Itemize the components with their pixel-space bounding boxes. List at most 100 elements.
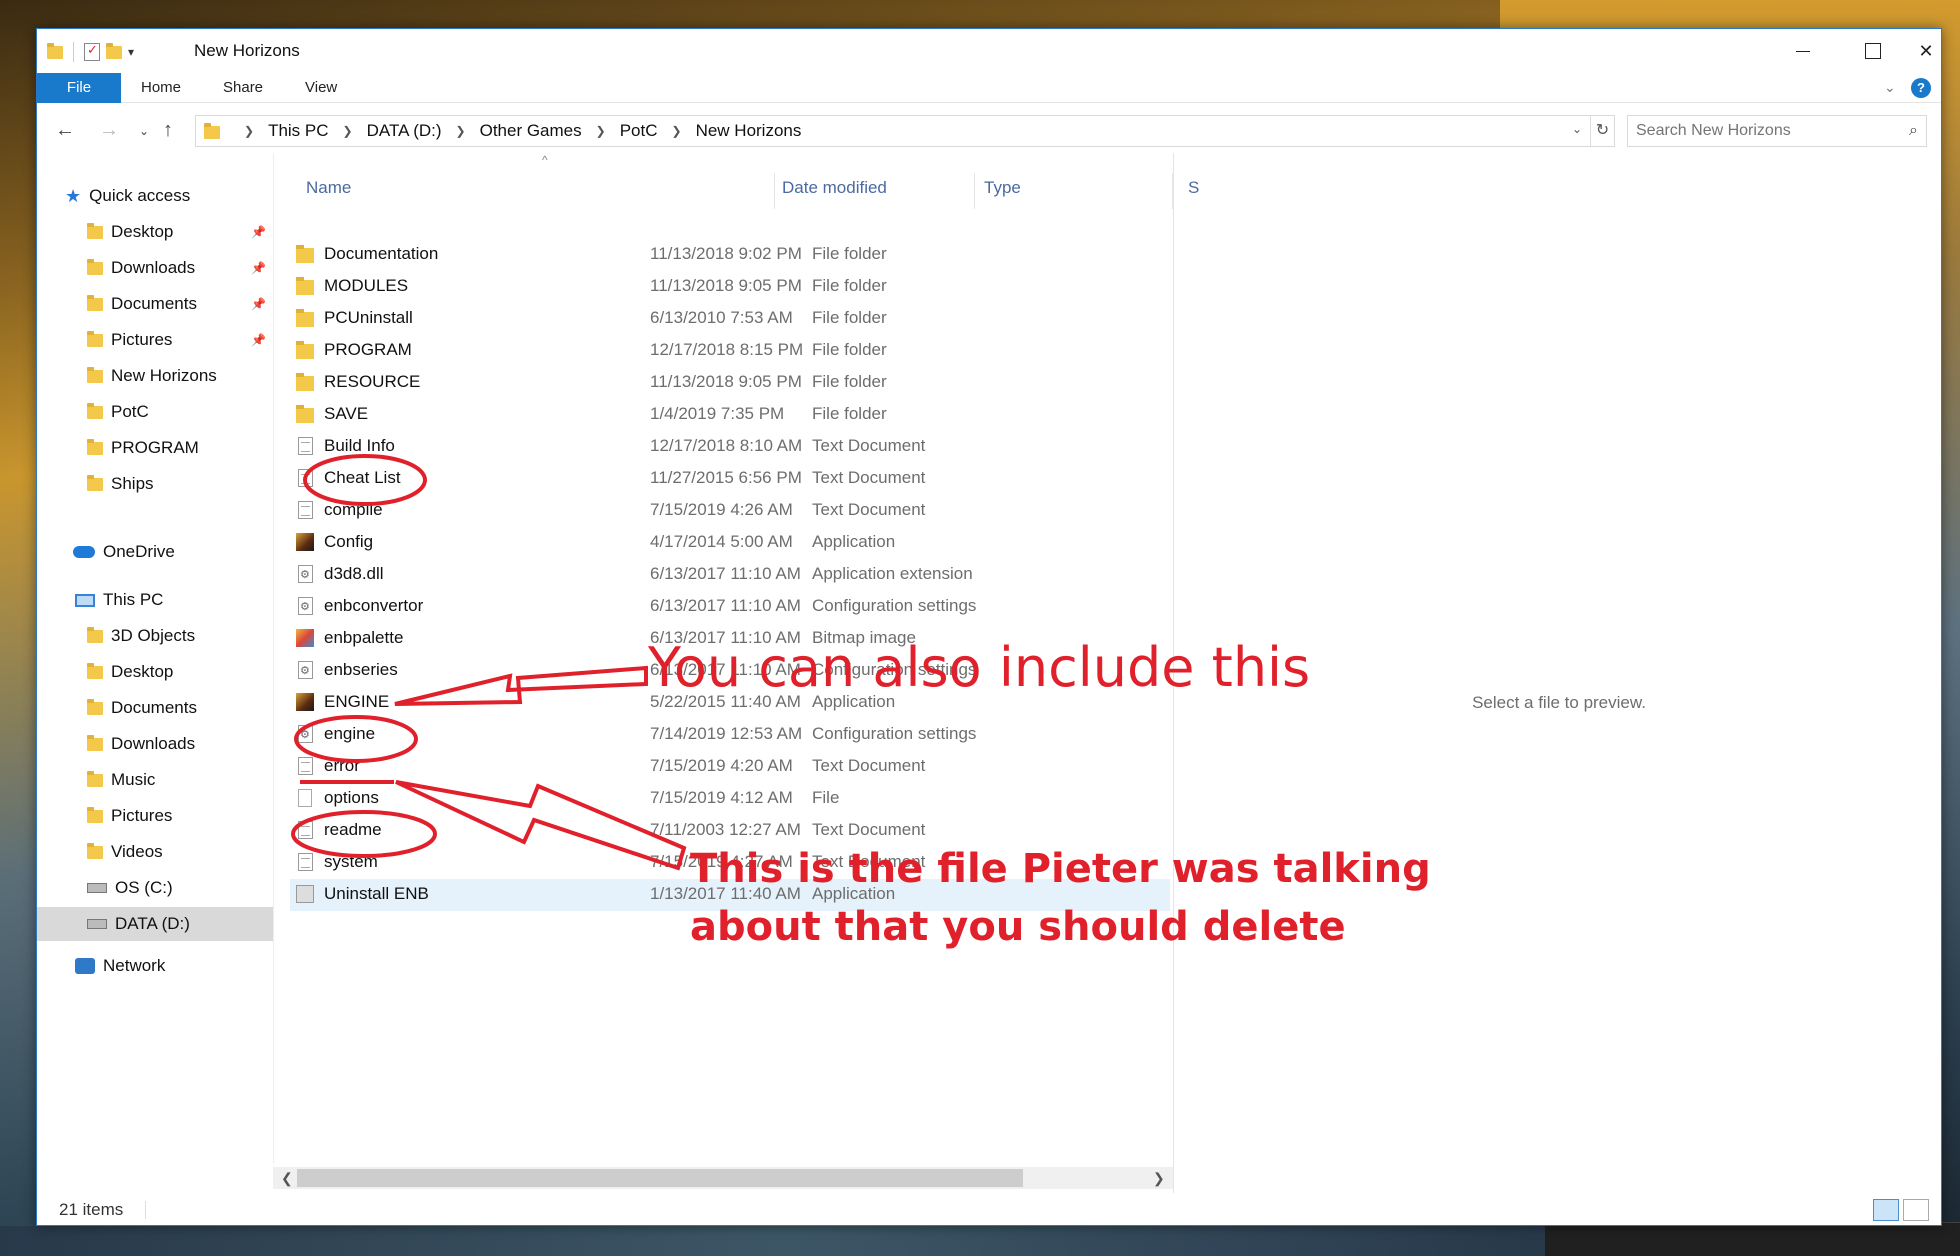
pin-icon[interactable]: 📌 xyxy=(251,333,266,347)
pin-icon[interactable]: 📌 xyxy=(251,225,266,239)
scroll-left-icon[interactable]: ❮ xyxy=(281,1167,293,1189)
file-name[interactable]: Cheat List xyxy=(324,468,401,488)
file-name[interactable]: Uninstall ENB xyxy=(324,884,429,904)
file-name[interactable]: options xyxy=(324,788,379,808)
help-icon[interactable]: ? xyxy=(1911,78,1931,98)
up-arrow-icon[interactable]: ↑ xyxy=(163,119,173,142)
file-row[interactable]: Documentation 11/13/2018 9:02 PM File fold… xyxy=(290,239,1170,271)
column-header-name[interactable]: Name xyxy=(306,173,351,203)
sidebar-item-quick[interactable]: Desktop 📌 xyxy=(37,215,273,249)
breadcrumb-data-d[interactable]: DATA (D:) xyxy=(367,121,442,141)
sidebar-item-pc[interactable]: Desktop xyxy=(37,655,273,689)
file-name[interactable]: enbpalette xyxy=(324,628,403,648)
chevron-right-icon[interactable]: ❯ xyxy=(596,124,606,138)
file-name[interactable]: PCUninstall xyxy=(324,308,413,328)
file-row[interactable]: Config 4/17/2014 5:00 AM Application xyxy=(290,527,1170,559)
file-name[interactable]: engine xyxy=(324,724,375,744)
search-icon[interactable]: ⌕ xyxy=(1909,122,1918,140)
column-header-type[interactable]: Type xyxy=(984,173,1021,203)
file-name[interactable]: PROGRAM xyxy=(324,340,412,360)
recent-locations-chevron-icon[interactable]: ⌄ xyxy=(139,124,149,138)
maximize-button[interactable] xyxy=(1838,29,1908,73)
sidebar-item-pc[interactable]: Downloads xyxy=(37,727,273,761)
tab-home[interactable]: Home xyxy=(141,73,181,103)
file-name[interactable]: readme xyxy=(324,820,382,840)
sidebar-item-quick[interactable]: Ships xyxy=(37,467,273,501)
scrollbar-thumb[interactable] xyxy=(297,1169,1023,1187)
forward-arrow-icon[interactable]: → xyxy=(99,119,119,142)
file-name[interactable]: SAVE xyxy=(324,404,368,424)
nav-network[interactable]: Network xyxy=(37,949,273,983)
file-name[interactable]: error xyxy=(324,756,360,776)
file-name[interactable]: compile xyxy=(324,500,383,520)
address-history-chevron-icon[interactable]: ⌄ xyxy=(1572,122,1582,136)
search-input[interactable] xyxy=(1628,116,1888,146)
file-name[interactable]: ENGINE xyxy=(324,692,389,712)
file-row[interactable]: Cheat List 11/27/2015 6:56 PM Text Documen… xyxy=(290,463,1170,495)
details-view-button[interactable] xyxy=(1873,1199,1899,1221)
refresh-icon[interactable]: ↻ xyxy=(1590,116,1614,146)
large-icons-view-button[interactable] xyxy=(1903,1199,1929,1221)
breadcrumb-new-horizons[interactable]: New Horizons xyxy=(696,121,802,141)
sidebar-item-pc[interactable]: 3D Objects xyxy=(37,619,273,653)
sidebar-item-pc[interactable]: Videos xyxy=(37,835,273,869)
file-row[interactable]: d3d8.dll 6/13/2017 11:10 AM Application ex… xyxy=(290,559,1170,591)
file-row[interactable]: enbconvertor 6/13/2017 11:10 AM Configurat… xyxy=(290,591,1170,623)
file-row[interactable]: compile 7/15/2019 4:26 AM Text Document xyxy=(290,495,1170,527)
file-name[interactable]: RESOURCE xyxy=(324,372,420,392)
sidebar-item-quick[interactable]: PROGRAM xyxy=(37,431,273,465)
breadcrumb-potc[interactable]: PotC xyxy=(620,121,658,141)
new-folder-icon[interactable] xyxy=(106,42,122,59)
sidebar-item-quick[interactable]: Documents 📌 xyxy=(37,287,273,321)
column-header-date[interactable]: Date modified xyxy=(782,173,887,203)
chevron-right-icon[interactable]: ❯ xyxy=(343,124,353,138)
file-row[interactable]: SAVE 1/4/2019 7:35 PM File folder xyxy=(290,399,1170,431)
tab-view[interactable]: View xyxy=(305,73,337,103)
file-name[interactable]: d3d8.dll xyxy=(324,564,384,584)
sidebar-item-quick[interactable]: Pictures 📌 xyxy=(37,323,273,357)
file-row[interactable]: MODULES 11/13/2018 9:05 PM File folder xyxy=(290,271,1170,303)
properties-icon[interactable] xyxy=(84,42,100,61)
expand-ribbon-icon[interactable]: ⌄ xyxy=(1884,79,1896,96)
sidebar-item-quick[interactable]: New Horizons xyxy=(37,359,273,393)
search-box[interactable]: ⌕ xyxy=(1627,115,1927,147)
file-row[interactable]: error 7/15/2019 4:20 AM Text Document xyxy=(290,751,1170,783)
sidebar-item-quick[interactable]: Downloads 📌 xyxy=(37,251,273,285)
file-name[interactable]: enbseries xyxy=(324,660,398,680)
sidebar-item-quick[interactable]: PotC xyxy=(37,395,273,429)
sidebar-item-pc[interactable]: OS (C:) xyxy=(37,871,273,905)
tab-file[interactable]: File xyxy=(37,73,121,103)
file-row[interactable]: options 7/15/2019 4:12 AM File xyxy=(290,783,1170,815)
file-name[interactable]: Documentation xyxy=(324,244,438,264)
pin-icon[interactable]: 📌 xyxy=(251,297,266,311)
breadcrumb-other-games[interactable]: Other Games xyxy=(480,121,582,141)
scroll-right-icon[interactable]: ❯ xyxy=(1153,1167,1165,1189)
file-row[interactable]: PROGRAM 12/17/2018 8:15 PM File folder xyxy=(290,335,1170,367)
file-row[interactable]: PCUninstall 6/13/2010 7:53 AM File folder xyxy=(290,303,1170,335)
nav-quick-access[interactable]: ★ Quick access xyxy=(37,179,273,213)
file-row[interactable]: engine 7/14/2019 12:53 AM Configuration se… xyxy=(290,719,1170,751)
back-arrow-icon[interactable]: ← xyxy=(55,119,75,142)
nav-this-pc[interactable]: This PC xyxy=(37,583,273,617)
column-divider[interactable] xyxy=(974,173,975,209)
file-name[interactable]: enbconvertor xyxy=(324,596,423,616)
chevron-right-icon[interactable]: ❯ xyxy=(456,124,466,138)
chevron-right-icon[interactable]: ❯ xyxy=(244,124,254,138)
tab-share[interactable]: Share xyxy=(223,73,263,103)
breadcrumb-this-pc[interactable]: This PC xyxy=(268,121,328,141)
sidebar-item-pc[interactable]: Music xyxy=(37,763,273,797)
nav-onedrive[interactable]: OneDrive xyxy=(37,535,273,569)
close-button[interactable]: ✕ xyxy=(1909,29,1941,73)
sidebar-item-pc[interactable]: Documents xyxy=(37,691,273,725)
file-name[interactable]: Config xyxy=(324,532,373,552)
file-name[interactable]: Build Info xyxy=(324,436,395,456)
file-row[interactable]: RESOURCE 11/13/2018 9:05 PM File folder xyxy=(290,367,1170,399)
sidebar-item-pc[interactable]: DATA (D:) xyxy=(37,907,273,941)
chevron-right-icon[interactable]: ❯ xyxy=(672,124,682,138)
horizontal-scrollbar[interactable]: ❮ ❯ xyxy=(273,1167,1173,1189)
minimize-button[interactable] xyxy=(1768,29,1838,73)
column-divider[interactable] xyxy=(774,173,775,209)
address-bar[interactable]: ❯ This PC ❯ DATA (D:) ❯ Other Games ❯ Po… xyxy=(195,115,1615,147)
file-name[interactable]: system xyxy=(324,852,378,872)
file-row[interactable]: Build Info 12/17/2018 8:10 AM Text Documen… xyxy=(290,431,1170,463)
